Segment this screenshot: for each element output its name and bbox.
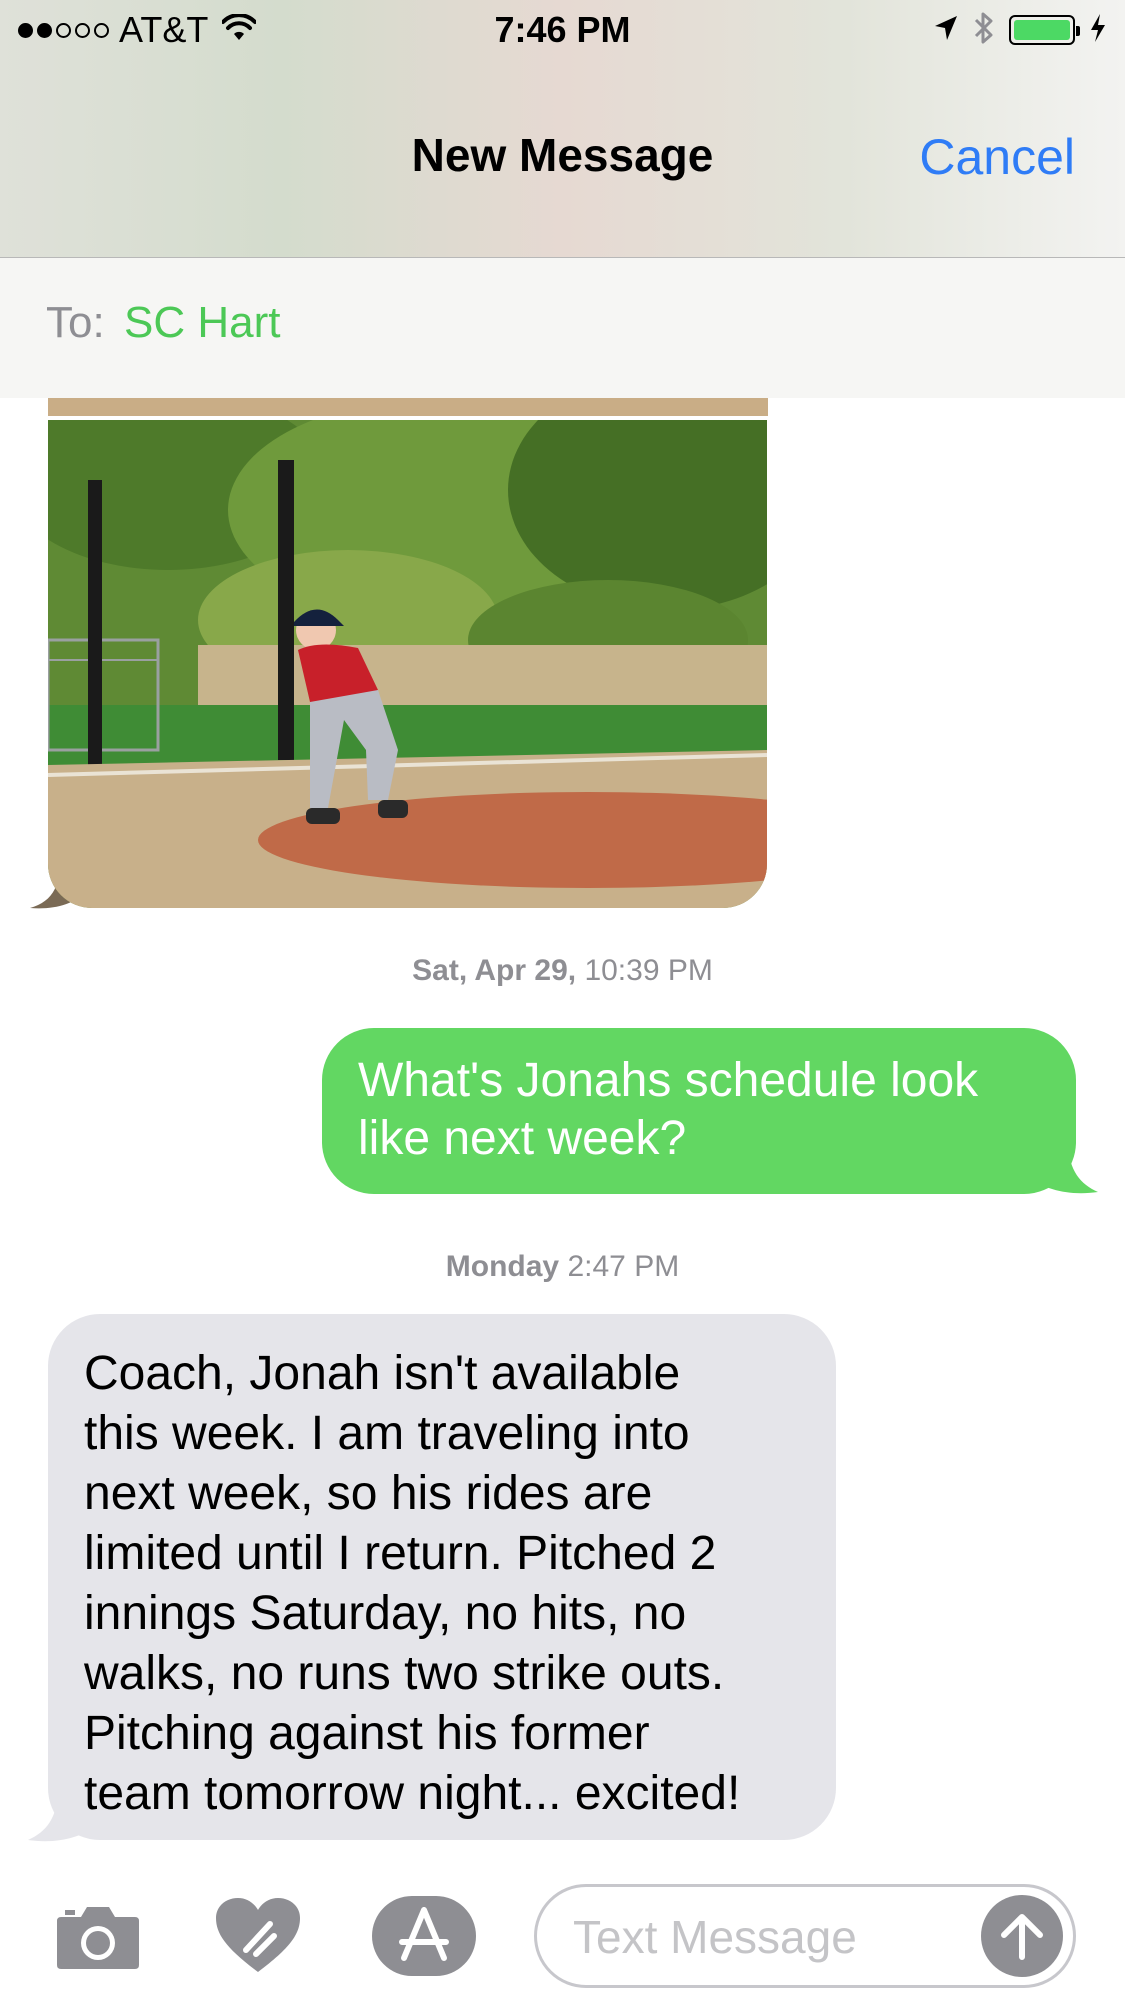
timestamp-day: Sat, Apr 29,	[412, 954, 577, 987]
recipient-name[interactable]: SC Hart	[124, 298, 280, 348]
photo-message[interactable]	[48, 420, 767, 908]
timestamp-time: 10:39 PM	[584, 954, 713, 987]
app-store-icon[interactable]	[372, 1890, 476, 1982]
baseball-pitcher-photo	[48, 420, 767, 908]
to-label: To:	[46, 298, 105, 347]
timestamp-time: 2:47 PM	[567, 1250, 680, 1283]
to-field[interactable]: To: SC Hart	[0, 258, 1125, 398]
message-input-bar	[0, 1870, 1125, 2001]
previous-photo-edge	[48, 398, 768, 416]
location-arrow-icon	[933, 14, 959, 47]
status-bar: AT&T 7:46 PM	[0, 0, 1125, 60]
send-arrow-icon	[1001, 1914, 1043, 1960]
incoming-message[interactable]: Coach, Jonah isn't available this week. …	[48, 1314, 836, 1840]
status-right	[933, 8, 1107, 52]
timestamp-sat-apr-29: Sat, Apr 29, 10:39 PM	[0, 954, 1125, 988]
cancel-button[interactable]: Cancel	[919, 128, 1075, 186]
text-message-input[interactable]	[573, 1905, 953, 1969]
outgoing-message[interactable]: What's Jonahs schedule look like next we…	[322, 1028, 1076, 1194]
camera-icon[interactable]	[52, 1890, 144, 1982]
text-message-field[interactable]	[534, 1884, 1076, 1988]
send-button[interactable]	[981, 1895, 1063, 1977]
digital-touch-heart-icon[interactable]	[212, 1890, 304, 1982]
battery-icon	[1009, 15, 1080, 45]
timestamp-monday: Monday 2:47 PM	[0, 1250, 1125, 1284]
timestamp-day: Monday	[445, 1250, 560, 1283]
bluetooth-icon	[973, 11, 995, 50]
charging-bolt-icon	[1089, 13, 1107, 48]
